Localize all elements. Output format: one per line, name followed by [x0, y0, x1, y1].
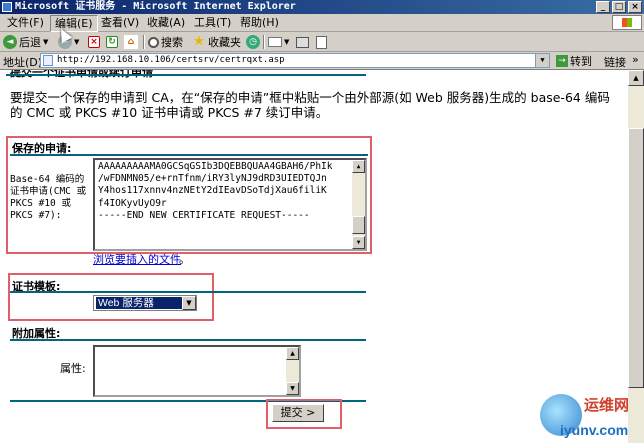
- maximize-button[interactable]: □: [612, 1, 626, 13]
- edit-page-icon: [316, 35, 327, 49]
- saved-request-label: Base-64 编码的证书申请(CMC 或PKCS #10 或PKCS #7):: [10, 174, 87, 221]
- print-button[interactable]: [296, 34, 309, 50]
- scroll-thumb[interactable]: [628, 128, 644, 388]
- section-divider: [10, 154, 368, 156]
- standard-toolbar: ◄ 后退 ▼ ► ▼ × ↻ ⌂ 搜索 ★ 收藏夹 ◷ ▼: [0, 32, 644, 52]
- go-button[interactable]: → 转到: [556, 53, 592, 68]
- request-line: /wFDNMN05/e+rnTfnm/iRY3lyNJ9dRD3UIEDTQJn: [98, 173, 327, 185]
- attributes-label: 属性:: [60, 362, 86, 375]
- mail-dropdown-icon[interactable]: ▼: [284, 38, 289, 46]
- section-divider: [10, 291, 366, 293]
- window-controls: _ □ ×: [596, 1, 642, 13]
- window-title: Microsoft 证书服务 - Microsoft Internet Expl…: [15, 1, 296, 12]
- ie-app-icon: [2, 2, 12, 12]
- attributes-scrollbar[interactable]: ▲ ▼: [286, 347, 299, 395]
- links-chevron-icon[interactable]: »: [632, 53, 639, 66]
- history-icon: ◷: [246, 35, 260, 49]
- scroll-down-icon[interactable]: ▼: [286, 382, 299, 395]
- minimize-button[interactable]: _: [596, 1, 610, 13]
- address-url: http://192.168.10.106/certsrv/certrqxt.a…: [57, 55, 285, 65]
- menu-view[interactable]: 查看(V): [97, 15, 143, 30]
- window-titlebar: Microsoft 证书服务 - Microsoft Internet Expl…: [0, 0, 644, 14]
- printer-icon: [296, 36, 309, 48]
- links-button[interactable]: 链接: [604, 54, 626, 70]
- scroll-up-icon[interactable]: ▲: [286, 347, 299, 360]
- close-button[interactable]: ×: [628, 1, 642, 13]
- address-dropdown-icon[interactable]: ▼: [535, 54, 549, 67]
- windows-logo-icon: [612, 15, 642, 30]
- favorites-button[interactable]: ★ 收藏夹: [192, 34, 241, 50]
- submit-button[interactable]: 提交 >: [272, 404, 324, 422]
- search-button[interactable]: 搜索: [148, 34, 183, 50]
- star-icon: ★: [193, 34, 205, 49]
- textarea-scrollbar[interactable]: ▲ ▼: [352, 160, 365, 249]
- address-input[interactable]: http://192.168.10.106/certsrv/certrqxt.a…: [40, 53, 550, 68]
- back-dropdown-icon[interactable]: ▼: [43, 38, 48, 46]
- request-line: Y4hos117xnnv4nzNEtY2dIEavDSoTdjXau6filiK: [98, 185, 327, 197]
- back-button[interactable]: ◄ 后退 ▼: [3, 34, 48, 50]
- refresh-button[interactable]: ↻: [106, 34, 118, 50]
- heading-divider: [6, 74, 366, 76]
- address-label: 地址(D): [3, 56, 43, 69]
- request-line: AAAAAAAAAMA0GCSqGSIb3DQEBBQUAA4GBAH6/PhI…: [98, 161, 333, 172]
- scroll-up-icon[interactable]: ▲: [628, 70, 644, 86]
- stop-button[interactable]: ×: [88, 34, 100, 50]
- menu-file[interactable]: 文件(F): [3, 15, 48, 30]
- scroll-thumb[interactable]: [352, 216, 365, 234]
- go-arrow-icon: →: [556, 54, 568, 67]
- toolbar-separator: [143, 35, 145, 49]
- section-divider: [10, 339, 366, 341]
- request-line: -----END NEW CERTIFICATE REQUEST-----: [98, 209, 310, 221]
- edit-page-button[interactable]: [316, 34, 327, 50]
- go-label: 转到: [570, 54, 592, 68]
- menu-favorites[interactable]: 收藏(A): [143, 15, 189, 30]
- stop-icon: ×: [88, 36, 100, 48]
- back-label: 后退: [19, 36, 41, 49]
- forward-dropdown-icon[interactable]: ▼: [74, 38, 79, 46]
- toolbar-separator: [263, 35, 265, 49]
- site-watermark-logo: 运维网 iyunv.com: [534, 386, 644, 443]
- back-arrow-icon: ◄: [3, 35, 17, 49]
- request-line: f4IOKyvUyO9r: [98, 197, 167, 209]
- template-select[interactable]: Web 服务器 ▼: [93, 295, 197, 311]
- browse-file-link[interactable]: 浏览要插入的文件: [93, 251, 181, 267]
- scroll-up-icon[interactable]: ▲: [352, 160, 365, 173]
- mail-icon: [268, 37, 282, 47]
- home-button[interactable]: ⌂: [124, 34, 138, 50]
- attributes-textarea[interactable]: ▲ ▼: [93, 345, 301, 397]
- template-selected-value: Web 服务器: [96, 297, 182, 309]
- refresh-icon: ↻: [106, 36, 118, 48]
- chevron-down-icon[interactable]: ▼: [182, 296, 196, 310]
- menu-help[interactable]: 帮助(H): [236, 15, 283, 30]
- menu-bar: 文件(F) 编辑(E) 查看(V) 收藏(A) 工具(T) 帮助(H): [0, 14, 644, 32]
- address-bar: 地址(D) http://192.168.10.106/certsrv/cert…: [0, 52, 644, 70]
- scroll-down-icon[interactable]: ▼: [352, 236, 365, 249]
- link-period: 。: [179, 253, 190, 266]
- watermark-cn-text: 运维网: [584, 396, 630, 414]
- search-label: 搜索: [161, 36, 183, 49]
- menu-tools[interactable]: 工具(T): [190, 15, 235, 30]
- search-icon: [148, 36, 159, 48]
- home-icon: ⌂: [124, 35, 138, 49]
- page-icon: [43, 55, 53, 66]
- intro-text: 要提交一个保存的申请到 CA，在“保存的申请”框中粘贴一个由外部源(如 Web …: [10, 90, 610, 120]
- watermark-en-text: iyunv.com: [560, 422, 629, 438]
- saved-request-textarea[interactable]: AAAAAAAAAMA0GCSqGSIb3DQEBBQUAA4GBAH6/PhI…: [93, 158, 367, 251]
- mail-button[interactable]: ▼: [268, 34, 289, 50]
- history-button[interactable]: ◷: [246, 34, 260, 50]
- favorites-label: 收藏夹: [208, 36, 241, 49]
